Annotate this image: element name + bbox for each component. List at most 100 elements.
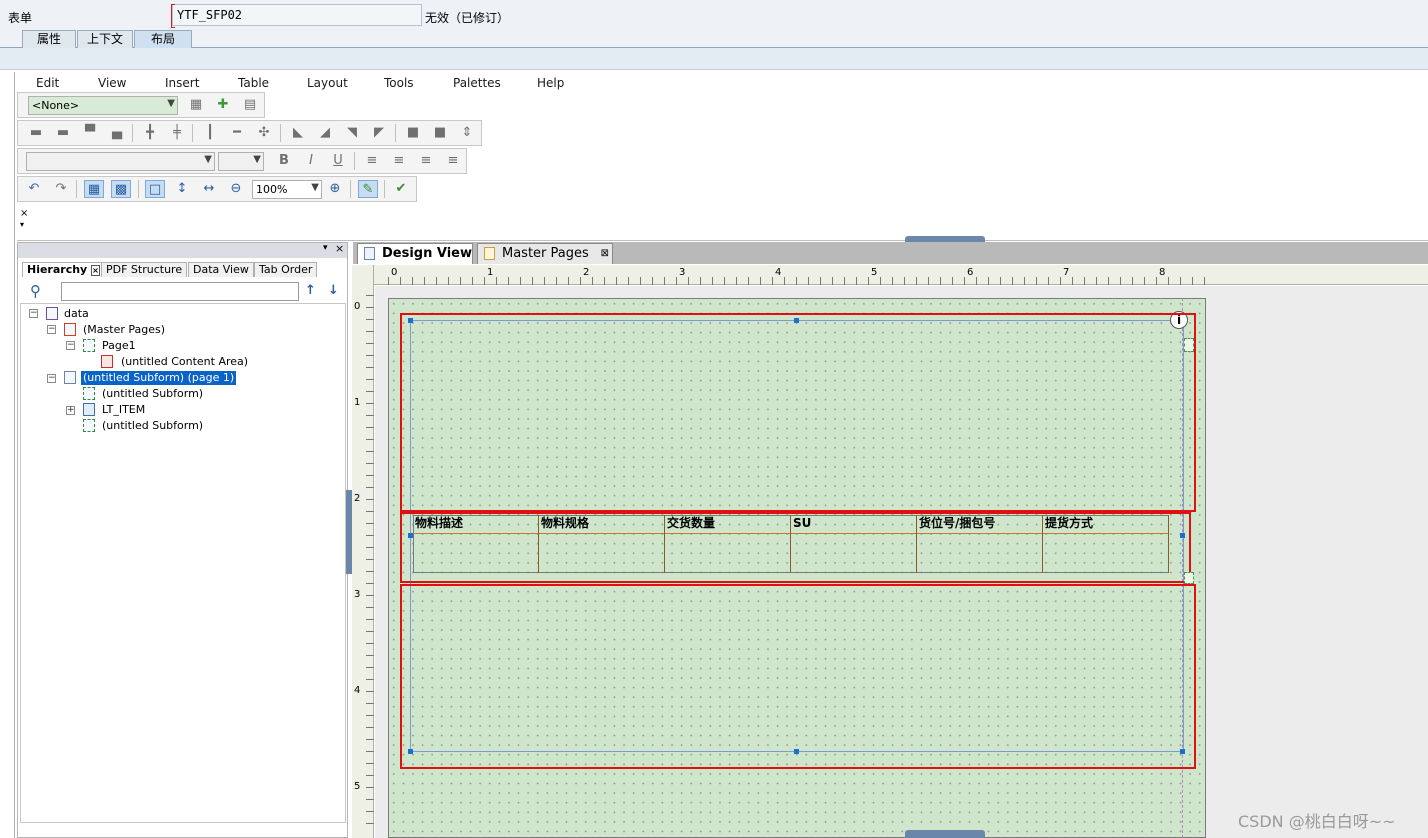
bring-front-icon[interactable]: ◥ <box>342 124 362 142</box>
ungroup-icon[interactable]: ■ <box>430 124 450 142</box>
hierarchy-search-input[interactable] <box>61 282 299 301</box>
tab-master-pages[interactable]: Master Pages ⊠ <box>477 243 613 264</box>
tree-node-page1[interactable]: Page1 <box>102 339 136 353</box>
group-icon[interactable]: ■ <box>403 124 423 142</box>
close-icon[interactable]: × <box>91 265 100 276</box>
collapse-icon[interactable]: − <box>47 325 56 334</box>
dropdown-icon[interactable]: ▾ <box>20 220 24 229</box>
close-icon[interactable]: ⊠ <box>601 244 609 264</box>
snap-grid-icon[interactable]: ▩ <box>111 180 131 198</box>
merge-icon[interactable]: ◣ <box>288 124 308 142</box>
tab-design-view[interactable]: Design View <box>357 243 473 264</box>
ruler-ticks <box>366 295 374 835</box>
toolbar-alignment: ▬ ▬ ▀ ▄ ╋ ╪ ┃ ━ ✣ ◣ ◢ ◥ ◤ ■ ■ ⇕ <box>17 120 482 146</box>
menu-view[interactable]: View <box>98 76 126 90</box>
tab-pdf-structure[interactable]: PDF Structure <box>101 262 188 277</box>
collapse-icon[interactable]: − <box>66 341 75 350</box>
italic-icon[interactable]: I <box>301 152 321 170</box>
align-hcenter-icon[interactable]: ╋ <box>140 124 160 142</box>
menu-tools[interactable]: Tools <box>384 76 414 90</box>
text-align-right-icon[interactable]: ≡ <box>416 152 436 170</box>
tab-hierarchy[interactable]: Hierarchy × <box>22 262 105 277</box>
distribute-h-icon[interactable]: ┃ <box>200 124 220 142</box>
align-vcenter-icon[interactable]: ╪ <box>167 124 187 142</box>
panel-menu-icon[interactable]: ▾ <box>323 243 328 253</box>
actual-size-icon[interactable]: □ <box>145 180 165 198</box>
master-page-icon <box>484 247 495 260</box>
redo-icon[interactable]: ↷ <box>51 180 71 198</box>
send-back-icon[interactable]: ◤ <box>369 124 389 142</box>
style-combo[interactable]: <None> ▼ <box>28 96 178 115</box>
fit-height-icon[interactable]: ↕ <box>172 180 192 198</box>
fit-width-icon[interactable]: ↔ <box>199 180 219 198</box>
tree-node-data[interactable]: data <box>64 307 89 321</box>
page-icon <box>83 339 95 352</box>
tree-node-lt-item[interactable]: LT_ITEM <box>102 403 145 417</box>
separator <box>384 180 385 198</box>
zoom-combo[interactable]: 100% ▼ <box>252 180 322 199</box>
zoom-value: 100% <box>256 183 288 196</box>
new-style-icon[interactable]: ▦ <box>186 96 206 114</box>
align-left-icon[interactable]: ▬ <box>26 124 46 142</box>
menu-edit[interactable]: Edit <box>36 76 59 90</box>
fit-icon[interactable]: ⇕ <box>457 124 477 142</box>
toolbar-view: ↶ ↷ ▦ ▩ □ ↕ ↔ ⊖ 100% ▼ ⊕ ✎ ✔ <box>17 176 417 202</box>
app-window: 表单 YTF_SFP02 无效（已修订） 属性 上下文 布局 Edit View… <box>0 0 1428 838</box>
separator <box>76 180 77 198</box>
collapse-handle[interactable] <box>905 830 985 838</box>
collapse-icon[interactable]: − <box>47 374 56 383</box>
bold-icon[interactable]: B <box>274 152 294 170</box>
panel-splitter[interactable] <box>346 490 352 574</box>
style-catalog-icon[interactable]: ▤ <box>240 96 260 114</box>
distribute-v-icon[interactable]: ━ <box>227 124 247 142</box>
close-icon[interactable]: × <box>20 208 28 219</box>
tab-context[interactable]: 上下文 <box>77 30 133 48</box>
menu-insert[interactable]: Insert <box>165 76 199 90</box>
align-top-icon[interactable]: ▀ <box>80 124 100 142</box>
text-align-left-icon[interactable]: ≡ <box>362 152 382 170</box>
tab-properties[interactable]: 属性 <box>22 30 76 48</box>
menu-palettes[interactable]: Palettes <box>453 76 501 90</box>
undo-icon[interactable]: ↶ <box>24 180 44 198</box>
expand-icon[interactable]: + <box>66 406 75 415</box>
subform-icon <box>83 387 95 400</box>
tree-node-subform-page1[interactable]: (untitled Subform) (page 1) <box>81 371 237 385</box>
content-area-icon <box>101 355 113 368</box>
tree-node-master-pages[interactable]: (Master Pages) <box>83 323 165 337</box>
show-grid-icon[interactable]: ▦ <box>84 180 104 198</box>
spell-check-icon[interactable]: ✔ <box>391 180 411 198</box>
tab-layout[interactable]: 布局 <box>134 30 192 48</box>
tree-node-subform-2[interactable]: (untitled Subform) <box>102 419 203 433</box>
arrow-up-icon[interactable]: ↑ <box>305 283 316 298</box>
tree-node-subform[interactable]: (untitled Subform) <box>102 387 203 401</box>
split-icon[interactable]: ◢ <box>315 124 335 142</box>
font-size-combo[interactable]: ▼ <box>218 152 264 171</box>
panel-close-icon[interactable]: × <box>335 242 344 255</box>
arrow-down-icon[interactable]: ↓ <box>328 283 339 298</box>
zoom-out-icon[interactable]: ⊖ <box>226 180 246 198</box>
toolbar-styles: <None> ▼ ▦ ✚ ▤ <box>17 92 265 118</box>
center-page-icon[interactable]: ✣ <box>254 124 274 142</box>
collapse-icon[interactable]: − <box>29 309 38 318</box>
text-align-center-icon[interactable]: ≡ <box>389 152 409 170</box>
tree-node-content-area[interactable]: (untitled Content Area) <box>121 355 248 369</box>
menu-layout[interactable]: Layout <box>307 76 348 90</box>
separator <box>395 124 396 142</box>
align-right-icon[interactable]: ▬ <box>53 124 73 142</box>
page-icon <box>364 247 375 260</box>
text-justify-icon[interactable]: ≡ <box>443 152 463 170</box>
check-script-icon[interactable]: ✎ <box>358 180 378 198</box>
form-name-field[interactable]: YTF_SFP02 <box>171 4 422 28</box>
tab-tab-order[interactable]: Tab Order <box>254 262 318 277</box>
align-bottom-icon[interactable]: ▄ <box>107 124 127 142</box>
tab-data-view[interactable]: Data View <box>188 262 254 277</box>
menu-help[interactable]: Help <box>537 76 564 90</box>
master-pages-icon <box>64 323 76 336</box>
underline-icon[interactable]: U <box>328 152 348 170</box>
font-combo[interactable]: ▼ <box>26 152 215 171</box>
add-style-icon[interactable]: ✚ <box>213 96 233 114</box>
search-icon[interactable]: ⚲ <box>30 282 41 300</box>
collapse-handle[interactable] <box>905 236 985 242</box>
zoom-in-icon[interactable]: ⊕ <box>325 180 345 198</box>
menu-table[interactable]: Table <box>238 76 269 90</box>
